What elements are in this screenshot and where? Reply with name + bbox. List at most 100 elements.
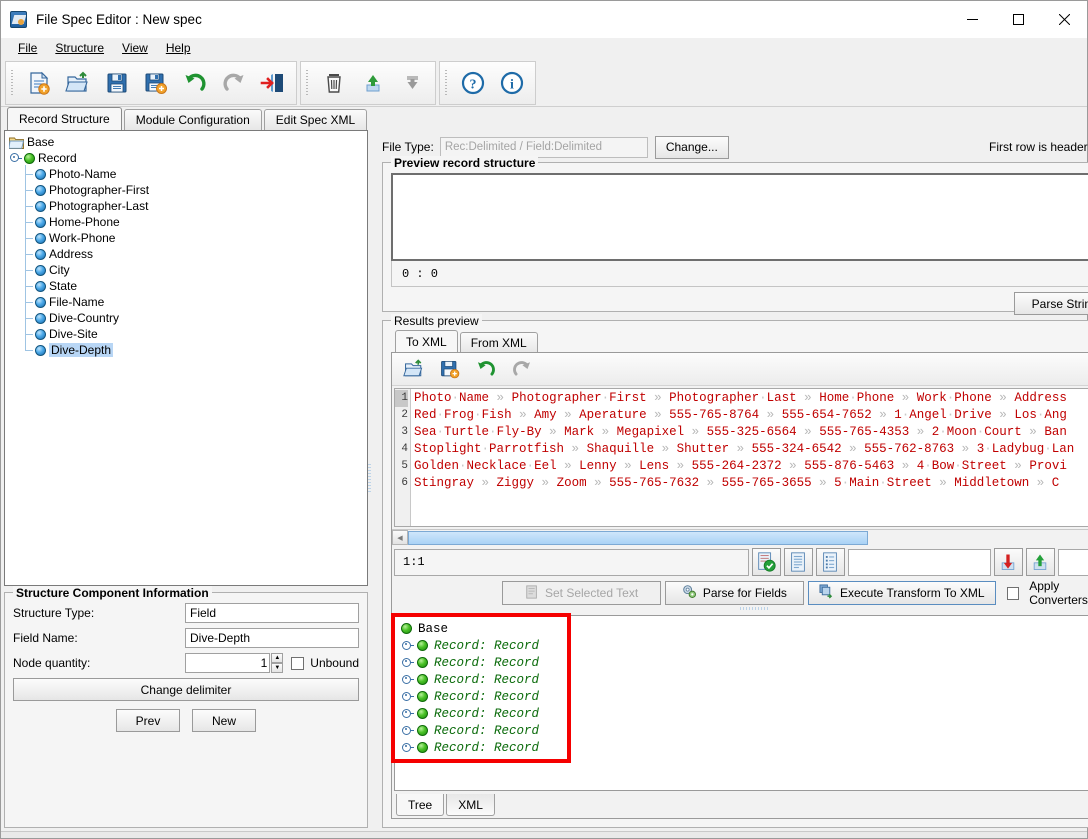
open-file-icon[interactable] xyxy=(396,354,432,385)
undo-icon[interactable] xyxy=(175,64,214,102)
save-file-icon[interactable] xyxy=(432,354,468,385)
structure-tree[interactable]: Base Record Photo-Name Photographer-First… xyxy=(4,130,368,586)
expand-handle-icon[interactable] xyxy=(401,657,414,669)
editor-content[interactable]: Photo·Name » Photographer·First » Photog… xyxy=(411,389,1088,526)
encoding-field[interactable] xyxy=(847,548,991,576)
new-spec-icon[interactable] xyxy=(19,64,58,102)
tab-to-xml[interactable]: To XML xyxy=(395,330,458,352)
code-line[interactable]: Stingray » Ziggy » Zoom » 555-765-7632 »… xyxy=(411,475,1088,492)
change-file-type-button[interactable]: Change... xyxy=(654,135,729,159)
panel-splitter[interactable] xyxy=(392,606,1088,611)
prev-button[interactable]: Prev xyxy=(116,709,180,732)
code-line[interactable]: Sea·Turtle·Fly-By » Mark » Megapixel » 5… xyxy=(411,424,1088,441)
tab-edit-spec-xml[interactable]: Edit Spec XML xyxy=(263,109,368,130)
close-button[interactable] xyxy=(1041,1,1087,38)
code-line[interactable]: Red·Frog·Fish » Amy » Aperature » 555-76… xyxy=(411,407,1088,424)
tree-node-base[interactable]: Base xyxy=(5,134,367,150)
save-as-icon[interactable] xyxy=(136,64,175,102)
minimize-button[interactable] xyxy=(949,1,995,38)
set-selected-text-button[interactable]: Set Selected Text xyxy=(502,581,662,605)
output-tree-node[interactable]: Record: Record xyxy=(401,637,1088,654)
tree-node-field[interactable]: Home-Phone xyxy=(5,213,367,230)
trailing-field[interactable] xyxy=(1057,548,1088,576)
node-quantity-spin-buttons[interactable]: ▲ ▼ xyxy=(271,653,284,673)
preview-textarea[interactable] xyxy=(391,173,1088,261)
tree-node-field[interactable]: Photographer-First xyxy=(5,181,367,198)
document-lines-icon[interactable] xyxy=(783,548,813,576)
menu-help[interactable]: Help xyxy=(157,39,200,57)
vertical-splitter[interactable] xyxy=(368,130,371,828)
delete-icon[interactable] xyxy=(314,64,353,102)
output-tree-node[interactable]: Record: Record xyxy=(401,739,1088,756)
scroll-left-icon[interactable]: ◀ xyxy=(392,530,408,545)
tree-node-field[interactable]: Address xyxy=(5,245,367,262)
output-tree-node[interactable]: Record: Record xyxy=(401,671,1088,688)
output-tree-node[interactable]: Record: Record xyxy=(401,688,1088,705)
tree-node-field[interactable]: City xyxy=(5,261,367,278)
move-down-icon[interactable] xyxy=(392,64,431,102)
parse-for-fields-button[interactable]: Parse for Fields xyxy=(665,581,804,605)
toolbar-grip[interactable] xyxy=(8,66,17,100)
tree-node-field[interactable]: Photographer-Last xyxy=(5,197,367,214)
output-tree-root[interactable]: Base xyxy=(401,620,1088,637)
tab-xml[interactable]: XML xyxy=(446,794,495,816)
exit-icon[interactable] xyxy=(253,64,292,102)
tree-node-field[interactable]: File-Name xyxy=(5,293,367,310)
tree-node-record[interactable]: Record xyxy=(5,150,367,166)
new-button[interactable]: New xyxy=(192,709,256,732)
tree-node-field[interactable]: Work-Phone xyxy=(5,229,367,246)
tree-node-field[interactable]: Dive-Depth xyxy=(5,341,367,358)
output-tree-node[interactable]: Record: Record xyxy=(401,654,1088,671)
output-tree-node[interactable]: Record: Record xyxy=(401,705,1088,722)
unbound-checkbox[interactable] xyxy=(291,656,305,670)
field-name-input[interactable]: Dive-Depth xyxy=(185,628,359,648)
save-icon[interactable] xyxy=(97,64,136,102)
tree-node-field[interactable]: State xyxy=(5,277,367,294)
menu-structure[interactable]: Structure xyxy=(46,39,113,57)
redo-icon[interactable] xyxy=(214,64,253,102)
toolbar-grip[interactable] xyxy=(442,66,451,100)
editor-horizontal-scrollbar[interactable]: ◀ ▶ xyxy=(392,529,1088,545)
expand-handle-icon[interactable] xyxy=(401,708,414,720)
node-quantity-stepper[interactable]: 1 xyxy=(184,653,271,673)
output-tree-panel[interactable]: Base Record: Record Record: Record Record: … xyxy=(391,613,1088,791)
download-red-icon[interactable] xyxy=(993,548,1023,576)
editor-undo-icon[interactable] xyxy=(468,354,504,385)
upload-green-icon[interactable] xyxy=(1025,548,1055,576)
tree-node-field[interactable]: Dive-Country xyxy=(5,309,367,326)
maximize-button[interactable] xyxy=(995,1,1041,38)
hscroll-thumb[interactable] xyxy=(408,530,868,545)
menu-view[interactable]: View xyxy=(113,39,157,57)
toolbar-grip[interactable] xyxy=(303,66,312,100)
parse-string-button[interactable]: Parse String xyxy=(1013,292,1088,315)
code-line[interactable]: Photo·Name » Photographer·First » Photog… xyxy=(411,390,1088,407)
expand-handle-icon[interactable] xyxy=(401,725,414,737)
xml-editor[interactable]: 123456 Photo·Name » Photographer·First »… xyxy=(394,388,1088,527)
menu-file[interactable]: File xyxy=(9,39,46,57)
apply-converters-checkbox[interactable] xyxy=(1006,586,1020,600)
tree-node-field[interactable]: Dive-Site xyxy=(5,325,367,342)
help-icon[interactable]: ? xyxy=(453,64,492,102)
document-list-icon[interactable] xyxy=(815,548,845,576)
structure-type-field[interactable]: Field xyxy=(185,603,359,623)
spinner-down-icon[interactable]: ▼ xyxy=(271,663,284,673)
expand-handle-icon[interactable] xyxy=(401,691,414,703)
expand-handle-icon[interactable] xyxy=(401,742,414,754)
code-line[interactable]: Stoplight·Parrotfish » Shaquille » Shutt… xyxy=(411,441,1088,458)
execute-transform-to-xml-button[interactable]: Execute Transform To XML xyxy=(807,581,996,605)
change-delimiter-button[interactable]: Change delimiter xyxy=(13,678,359,701)
tab-record-structure[interactable]: Record Structure xyxy=(7,107,122,130)
code-line[interactable]: Golden·Necklace·Eel » Lenny » Lens » 555… xyxy=(411,458,1088,475)
expand-handle-icon[interactable] xyxy=(401,640,414,652)
tree-node-field[interactable]: Photo-Name xyxy=(5,165,367,182)
expand-handle-icon[interactable] xyxy=(9,152,22,164)
open-spec-icon[interactable] xyxy=(58,64,97,102)
info-icon[interactable]: i xyxy=(492,64,531,102)
editor-redo-icon[interactable] xyxy=(504,354,540,385)
tab-module-configuration[interactable]: Module Configuration xyxy=(123,109,262,130)
expand-handle-icon[interactable] xyxy=(401,674,414,686)
move-up-icon[interactable] xyxy=(353,64,392,102)
spinner-up-icon[interactable]: ▲ xyxy=(271,653,284,663)
tab-from-xml[interactable]: From XML xyxy=(459,332,538,352)
output-tree[interactable]: Base Record: Record Record: Record Record: … xyxy=(395,616,1088,790)
